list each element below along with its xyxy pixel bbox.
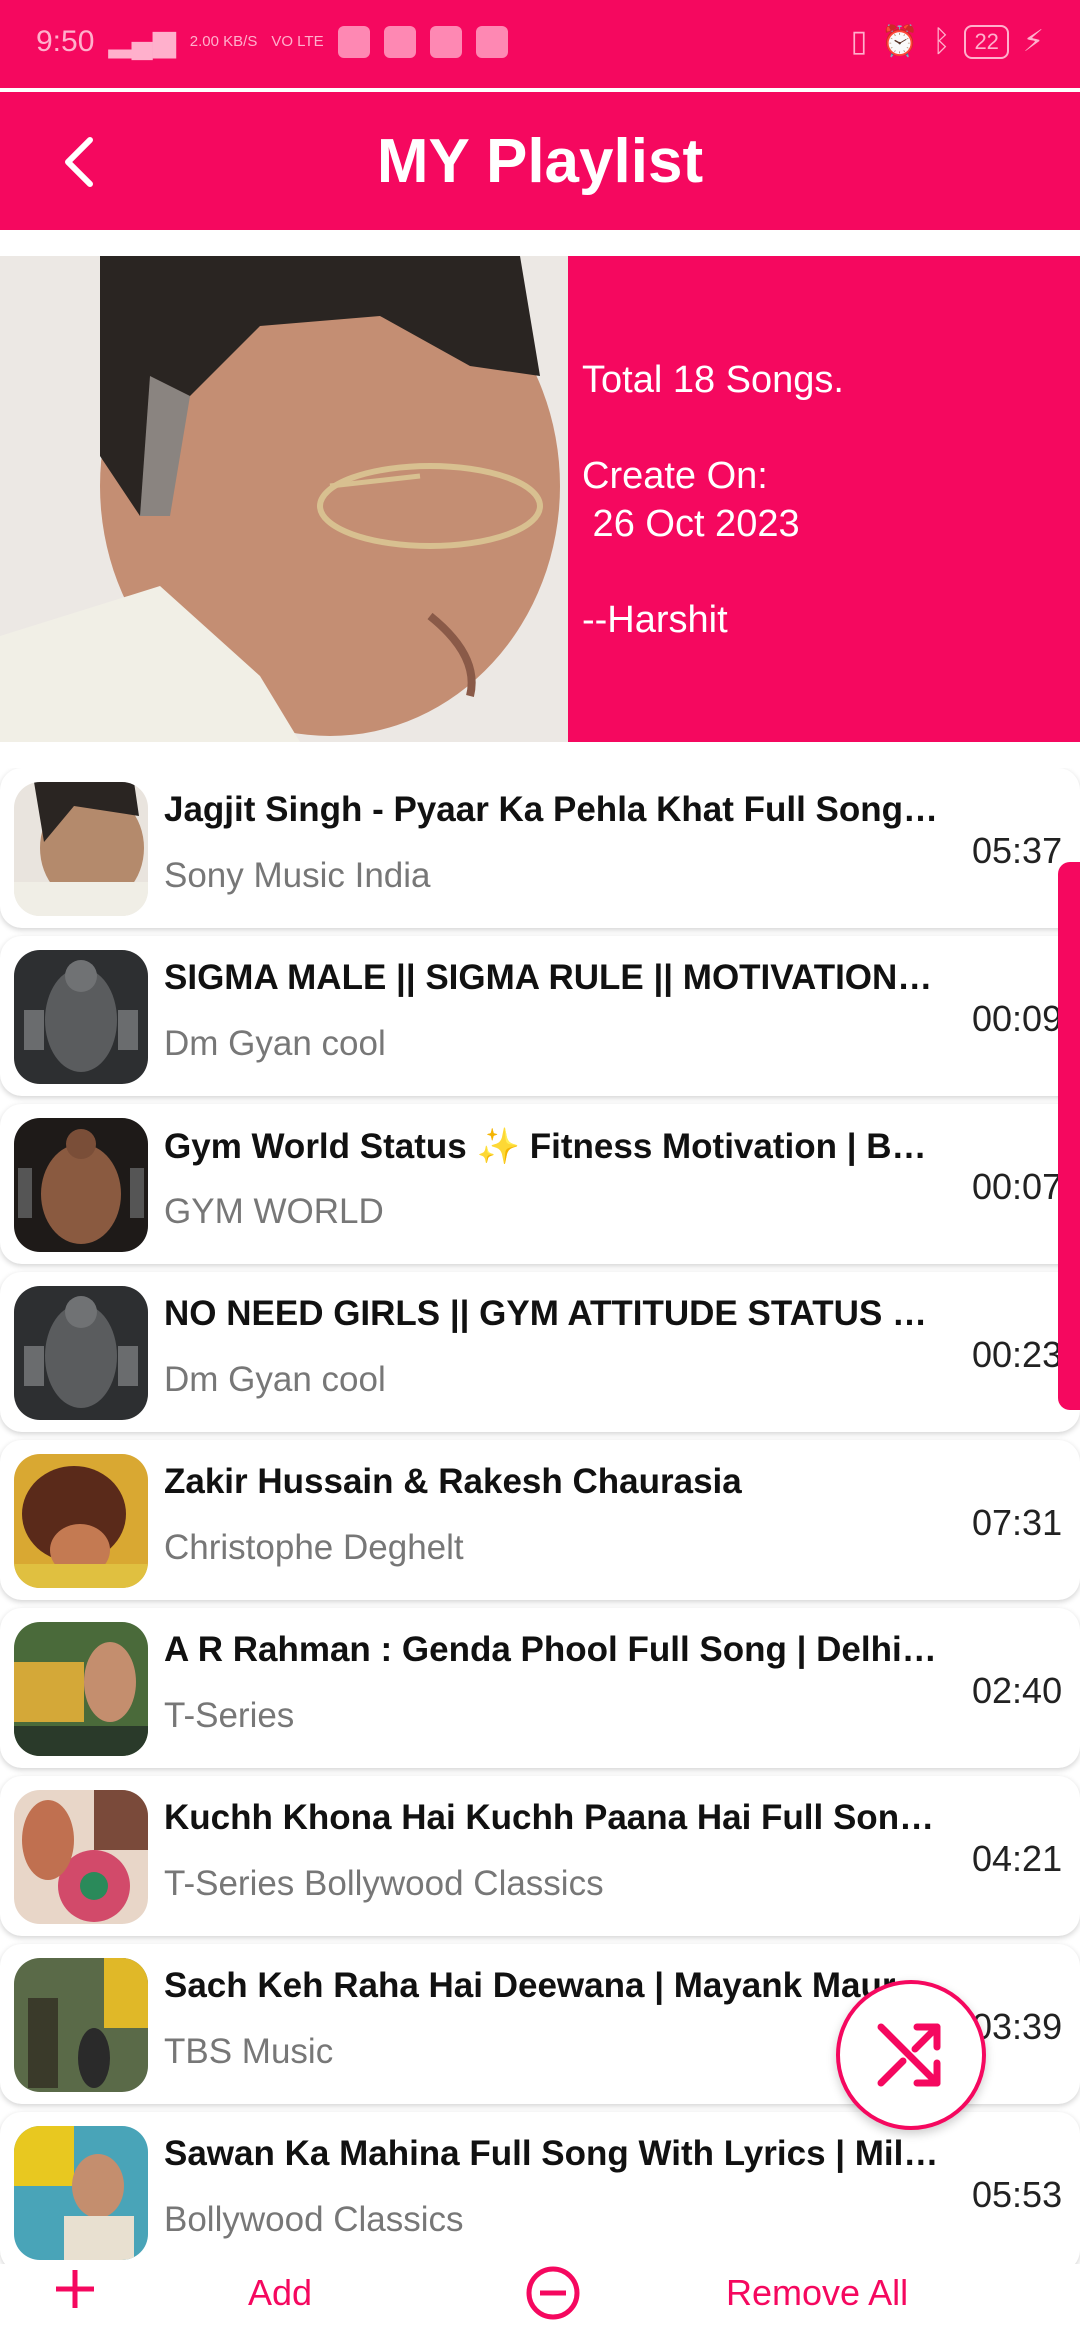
song-thumbnail [14, 1958, 148, 2092]
song-duration: 00:07 [972, 1166, 1063, 1207]
battery-icon: 22 [964, 24, 1009, 59]
scrollbar-thumb[interactable] [1058, 862, 1080, 1410]
song-artist: Sony Music India [164, 856, 431, 895]
plus-icon[interactable] [50, 2264, 100, 2323]
song-thumbnail [14, 950, 148, 1084]
charging-icon: ⚡ [1022, 25, 1044, 58]
song-duration: 05:53 [972, 2174, 1063, 2215]
app-bar: MY Playlist [0, 92, 1080, 230]
song-artist: GYM WORLD [164, 1192, 384, 1231]
notification-app-icon [383, 25, 416, 58]
song-title: Gym World Status ✨ Fitness Motivation | … [164, 1127, 927, 1166]
playlist-info: Total 18 Songs. Create On: 26 Oct 2023 -… [568, 256, 1080, 742]
song-artist: T-Series [164, 1696, 295, 1735]
song-duration: 04:21 [972, 1838, 1063, 1879]
page-title: MY Playlist [376, 127, 704, 196]
minus-circle-icon[interactable] [524, 2264, 582, 2331]
song-duration: 00:23 [972, 1334, 1063, 1375]
song-row[interactable]: A R Rahman : Genda Phool Full Song | Del… [0, 1608, 1080, 1768]
volte-indicator: VO LTE [271, 32, 324, 50]
status-time: 9:50 [36, 24, 95, 58]
signal-icon: ▂▄▆ [108, 25, 176, 58]
song-title: A R Rahman : Genda Phool Full Song | Del… [164, 1630, 944, 1669]
notification-app-icon [429, 25, 462, 58]
created-date: 26 Oct 2023 [582, 503, 800, 545]
song-row[interactable]: Zakir Hussain & Rakesh Chaurasia Christo… [0, 1440, 1080, 1600]
song-artist: TBS Music [164, 2032, 334, 2071]
add-button[interactable]: Add [248, 2272, 312, 2314]
song-title: Sawan Ka Mahina Full Song With Lyrics | … [164, 2134, 939, 2173]
song-artist: Dm Gyan cool [164, 1024, 386, 1063]
song-duration: 00:09 [972, 998, 1063, 1039]
playlist-header: Total 18 Songs. Create On: 26 Oct 2023 -… [0, 256, 1080, 742]
net-speed: 2.00 KB/S [189, 32, 258, 50]
song-row[interactable]: Sawan Ka Mahina Full Song With Lyrics | … [0, 2112, 1080, 2264]
song-title: Zakir Hussain & Rakesh Chaurasia [164, 1462, 742, 1501]
total-songs: Total 18 Songs. [582, 359, 844, 401]
remove-all-button[interactable]: Remove All [726, 2272, 908, 2314]
song-title: SIGMA MALE || SIGMA RULE || MOTIVATION… [164, 958, 933, 997]
song-title: Kuchh Khona Hai Kuchh Paana Hai Full Son… [164, 1798, 944, 1837]
song-title: NO NEED GIRLS || GYM ATTITUDE STATUS … [164, 1294, 928, 1333]
song-artist: Bollywood Classics [164, 2200, 464, 2239]
song-row[interactable]: SIGMA MALE || SIGMA RULE || MOTIVATION… … [0, 936, 1080, 1096]
song-row[interactable]: Gym World Status ✨ Fitness Motivation | … [0, 1104, 1080, 1264]
song-row[interactable]: Jagjit Singh - Pyaar Ka Pehla Khat Full … [0, 768, 1080, 928]
song-thumbnail [14, 782, 148, 916]
song-artist: Christophe Deghelt [164, 1528, 464, 1567]
notification-app-icon [337, 25, 370, 58]
playlist-cover-image [0, 256, 568, 742]
song-row[interactable]: NO NEED GIRLS || GYM ATTITUDE STATUS … D… [0, 1272, 1080, 1432]
song-row[interactable]: Kuchh Khona Hai Kuchh Paana Hai Full Son… [0, 1776, 1080, 1936]
song-thumbnail [14, 1790, 148, 1924]
song-duration: 05:37 [972, 830, 1063, 871]
song-duration: 02:40 [972, 1670, 1063, 1711]
song-thumbnail [14, 1118, 148, 1252]
song-thumbnail [14, 2126, 148, 2260]
alarm-icon: ⏰ [881, 25, 919, 58]
notification-app-icon [475, 25, 508, 58]
shuffle-icon [877, 2023, 941, 2087]
song-artist: Dm Gyan cool [164, 1360, 386, 1399]
bottom-action-bar: Add Remove All [0, 2264, 1080, 2340]
playlist-creator: --Harshit [582, 599, 728, 641]
bluetooth-icon: ᛒ [932, 24, 951, 58]
status-bar: 9:50 ▂▄▆ 2.00 KB/S VO LTE ▯ ⏰ ᛒ 22 ⚡ [0, 0, 1080, 88]
song-duration: 07:31 [972, 1502, 1063, 1543]
vibrate-icon: ▯ [850, 25, 868, 58]
song-artist: T-Series Bollywood Classics [164, 1864, 604, 1903]
song-thumbnail [14, 1622, 148, 1756]
shuffle-button[interactable] [836, 1980, 986, 2130]
song-thumbnail [14, 1454, 148, 1588]
song-thumbnail [14, 1286, 148, 1420]
song-title: Jagjit Singh - Pyaar Ka Pehla Khat Full … [164, 790, 944, 829]
song-title: Sach Keh Raha Hai Deewana | Mayank Maur… [164, 1966, 931, 2005]
song-duration: 03:39 [972, 2006, 1063, 2047]
created-label: Create On: [582, 455, 768, 497]
